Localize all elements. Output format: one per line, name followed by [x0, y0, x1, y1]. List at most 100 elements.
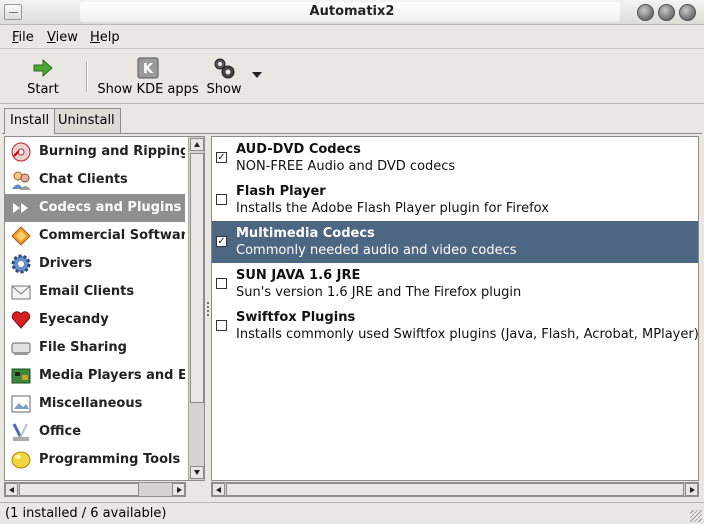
show-dropdown-arrow-icon[interactable] — [252, 72, 262, 78]
menu-view[interactable]: View — [47, 30, 78, 45]
category-item[interactable]: Commercial Software — [5, 222, 185, 250]
pane-splitter-handle[interactable] — [206, 300, 210, 324]
category-vertical-scrollbar[interactable] — [188, 137, 204, 480]
package-checkbox[interactable] — [216, 278, 227, 289]
category-item[interactable]: Burning and Ripping — [5, 138, 185, 166]
category-label: Miscellaneous — [39, 396, 143, 411]
scroll-thumb[interactable] — [19, 483, 139, 496]
menu-help-mnemonic: H — [90, 30, 100, 45]
category-label: Programming Tools — [39, 452, 181, 467]
category-label: Email Clients — [39, 284, 135, 299]
chat-people-icon — [10, 169, 32, 191]
title-bar: Automatix2 — [0, 0, 704, 25]
menu-file-label: ile — [18, 30, 34, 45]
package-description: NON-FREE Audio and DVD codecs — [236, 159, 456, 174]
start-button[interactable]: Start — [22, 56, 64, 97]
category-item[interactable]: Media Players and Editors — [5, 362, 185, 390]
package-name: Flash Player — [236, 184, 326, 199]
category-horizontal-scrollbar[interactable] — [4, 482, 186, 497]
svg-text:K: K — [143, 62, 154, 77]
menu-help-label: elp — [99, 30, 120, 45]
category-item[interactable]: Office — [5, 418, 185, 446]
tab-uninstall[interactable]: Uninstall — [52, 108, 121, 133]
scroll-right-arrow-icon[interactable] — [172, 483, 185, 496]
drive-icon — [10, 337, 32, 359]
menu-help[interactable]: Help — [90, 30, 120, 45]
package-name: Multimedia Codecs — [236, 226, 375, 241]
package-checkbox[interactable]: ✓ — [216, 236, 227, 247]
package-checkbox[interactable] — [216, 194, 227, 205]
office-tools-icon — [10, 421, 32, 443]
category-item[interactable]: Programming Tools — [5, 446, 185, 474]
gear-icon — [10, 253, 32, 275]
category-label: Media Players and Editors — [39, 368, 185, 383]
start-arrow-icon — [31, 56, 55, 80]
envelope-icon — [10, 281, 32, 303]
scroll-thumb[interactable] — [226, 483, 684, 496]
diamond-icon — [10, 225, 32, 247]
category-item[interactable]: Eyecandy — [5, 306, 185, 334]
scroll-thumb[interactable] — [190, 153, 204, 403]
menu-bar: File View Help — [0, 25, 704, 49]
kde-logo-icon: K — [136, 56, 160, 80]
toolbar: Start K Show KDE apps Show — [0, 50, 704, 104]
package-horizontal-scrollbar[interactable] — [211, 482, 699, 497]
package-description: Installs the Adobe Flash Player plugin f… — [236, 201, 549, 216]
heart-icon — [10, 309, 32, 331]
tab-install[interactable]: Install — [4, 108, 56, 134]
disc-burn-icon — [10, 141, 32, 163]
package-item[interactable]: Swiftfox Plugins Installs commonly used … — [212, 305, 698, 347]
package-item[interactable]: ✓ AUD-DVD Codecs NON-FREE Audio and DVD … — [212, 137, 698, 179]
package-item[interactable]: Flash Player Installs the Adobe Flash Pl… — [212, 179, 698, 221]
scroll-down-arrow-icon[interactable] — [190, 466, 204, 479]
menu-view-label: iew — [55, 30, 78, 45]
package-description: Sun's version 1.6 JRE and The Firefox pl… — [236, 285, 522, 300]
category-label: Office — [39, 424, 82, 439]
category-item[interactable]: File Sharing — [5, 334, 185, 362]
circuit-board-icon — [10, 365, 32, 387]
category-label: File Sharing — [39, 340, 127, 355]
package-item-selected[interactable]: ✓ Multimedia Codecs Commonly needed audi… — [212, 221, 698, 263]
menu-view-mnemonic: V — [47, 30, 56, 45]
category-item-selected[interactable]: Codecs and Plugins — [5, 194, 185, 222]
scroll-left-arrow-icon[interactable] — [5, 483, 18, 496]
picture-icon — [10, 393, 32, 415]
category-list[interactable]: Burning and Ripping Chat Clients Codecs … — [4, 136, 205, 481]
menu-file[interactable]: File — [12, 30, 34, 45]
package-name: SUN JAVA 1.6 JRE — [236, 268, 361, 283]
package-checkbox[interactable]: ✓ — [216, 152, 227, 163]
close-button[interactable] — [679, 4, 696, 21]
package-item[interactable]: SUN JAVA 1.6 JRE Sun's version 1.6 JRE a… — [212, 263, 698, 305]
category-label: Burning and Ripping — [39, 144, 185, 159]
start-label: Start — [27, 82, 59, 97]
minimize-button[interactable] — [637, 4, 654, 21]
package-name: AUD-DVD Codecs — [236, 142, 361, 157]
category-item[interactable]: Chat Clients — [5, 166, 185, 194]
package-name: Swiftfox Plugins — [236, 310, 356, 325]
category-item[interactable]: Email Clients — [5, 278, 185, 306]
package-description: Commonly needed audio and video codecs — [236, 243, 517, 258]
resize-grip-icon[interactable] — [690, 510, 702, 522]
category-label: Chat Clients — [39, 172, 128, 187]
show-label: Show — [206, 82, 242, 97]
category-item[interactable]: Miscellaneous — [5, 390, 185, 418]
bulb-icon — [10, 449, 32, 471]
maximize-button[interactable] — [658, 4, 675, 21]
scroll-left-arrow-icon[interactable] — [212, 483, 225, 496]
package-description: Installs commonly used Swiftfox plugins … — [236, 327, 698, 342]
category-label: Drivers — [39, 256, 93, 271]
category-label: Eyecandy — [39, 312, 109, 327]
scroll-right-arrow-icon[interactable] — [685, 483, 698, 496]
category-label: Codecs and Plugins — [39, 200, 182, 215]
gears-icon — [212, 56, 236, 80]
category-label: Commercial Software — [39, 228, 185, 243]
status-bar: (1 installed / 6 available) — [0, 502, 704, 524]
package-checkbox[interactable] — [216, 320, 227, 331]
window-title: Automatix2 — [309, 4, 395, 19]
scroll-up-arrow-icon[interactable] — [190, 138, 204, 151]
category-item[interactable]: Drivers — [5, 250, 185, 278]
show-button[interactable]: Show — [204, 56, 244, 97]
show-kde-apps-label: Show KDE apps — [97, 82, 199, 97]
show-kde-apps-button[interactable]: K Show KDE apps — [96, 56, 200, 97]
package-list[interactable]: ✓ AUD-DVD Codecs NON-FREE Audio and DVD … — [211, 136, 699, 481]
